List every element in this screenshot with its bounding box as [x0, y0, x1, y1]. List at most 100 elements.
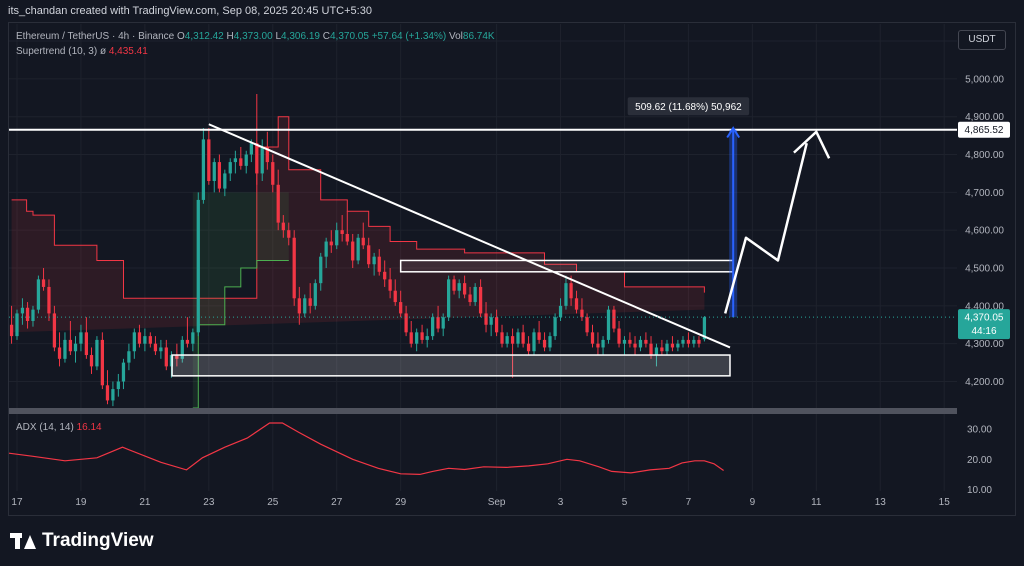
candle-body [287, 230, 291, 238]
high-value: 4,373.00 [233, 31, 273, 42]
candle-body [276, 184, 280, 223]
x-tick-label: 15 [939, 497, 951, 508]
candle-body [521, 332, 525, 344]
candle-body [510, 336, 515, 344]
candle-body [356, 237, 360, 261]
candle-body [9, 324, 14, 337]
candle-body [239, 158, 243, 166]
brand-name: TradingView [42, 530, 154, 551]
x-tick-label: 7 [686, 497, 692, 508]
level-price-label: 4,865.52 [965, 125, 1004, 136]
x-tick-label: 25 [267, 497, 279, 508]
candle-body [420, 332, 424, 340]
candle-body [457, 283, 461, 291]
candle-body [196, 199, 200, 333]
y-tick-label: 4,800.00 [965, 150, 1004, 161]
currency-button[interactable]: USDT [958, 30, 1006, 50]
close-label: C [322, 31, 330, 42]
adx-legend: ADX (14, 14) 16.14 [16, 422, 102, 433]
candle-body [201, 139, 206, 200]
x-tick-label: 29 [395, 497, 407, 508]
candle-body [25, 307, 30, 321]
pane-separator [9, 408, 957, 414]
candle-body [558, 305, 563, 318]
candle-body [308, 298, 312, 306]
candle-body [377, 256, 381, 272]
candle-body [73, 343, 78, 352]
candle-body [89, 355, 94, 367]
candle-body [564, 283, 568, 306]
candle-body [383, 271, 387, 280]
candle-body [569, 283, 573, 299]
supertrend-label[interactable]: Supertrend (10, 3) [16, 46, 97, 57]
candle-body [148, 336, 152, 344]
candle-body [612, 309, 616, 329]
candle-body [606, 309, 611, 340]
candle-body [15, 313, 19, 337]
candle-body [79, 332, 83, 344]
candle-body [585, 317, 589, 333]
tradingview-logo[interactable]: TradingView [10, 530, 154, 552]
candle-body [100, 339, 104, 386]
y-tick-label: 4,500.00 [965, 264, 1004, 275]
candle-body [532, 332, 536, 352]
candle-body [292, 237, 296, 299]
x-tick-label: 17 [11, 497, 23, 508]
candle-body [84, 332, 89, 356]
candle-body [303, 298, 307, 314]
candle-countdown: 44:16 [971, 326, 996, 337]
x-tick-label: 11 [811, 497, 822, 508]
candle-body [436, 317, 440, 329]
candle-body [233, 158, 237, 163]
candle-body [228, 162, 232, 174]
candle-body [649, 343, 653, 356]
candle-body [313, 283, 317, 306]
candle-body [297, 298, 301, 314]
price-chart[interactable]: 5,100.005,000.004,900.004,800.004,700.00… [0, 0, 1024, 566]
candle-body [143, 336, 147, 344]
candle-body [57, 347, 62, 359]
close-value: 4,370.05 [329, 31, 369, 42]
x-tick-label: 23 [203, 497, 215, 508]
candle-body [52, 313, 57, 348]
candle-body [281, 222, 285, 231]
x-tick-label: 19 [75, 497, 87, 508]
candle-body [638, 339, 643, 348]
supertrend-legend: Supertrend (10, 3) ø 4,435.41 [16, 46, 148, 57]
x-tick-label: 13 [875, 497, 887, 508]
volume-value: 86.74K [462, 31, 495, 42]
candle-body [63, 339, 67, 359]
candle-body [404, 313, 408, 333]
candle-body [548, 336, 552, 348]
candle-body [425, 336, 429, 340]
candle-body [431, 317, 435, 337]
candle-body [484, 313, 488, 325]
candle-body [372, 256, 376, 265]
candle-body [494, 317, 499, 333]
current-price-label: 4,370.05 [965, 313, 1004, 324]
supertrend-value: 4,435.41 [108, 46, 148, 57]
candle-body [393, 290, 397, 303]
candle-body [580, 309, 584, 318]
candle-body [452, 279, 456, 291]
symbol-label[interactable]: Ethereum / TetherUS · 4h · Binance [16, 31, 174, 42]
adx-label[interactable]: ADX (14, 14) [16, 422, 74, 433]
y-tick-label: 4,200.00 [965, 377, 1004, 388]
candle-body [697, 339, 701, 344]
candle-body [351, 241, 355, 261]
ohlc-legend: Ethereum / TetherUS · 4h · Binance O4,31… [16, 31, 495, 42]
candle-body [68, 339, 73, 352]
y-tick-label: 4,900.00 [965, 112, 1004, 123]
candle-body [665, 343, 669, 352]
candle-body [121, 362, 126, 382]
candle-body [340, 230, 344, 234]
y-tick-label: 4,600.00 [965, 226, 1004, 237]
candle-body [388, 279, 392, 291]
candle-body [542, 339, 547, 348]
candle-body [132, 332, 136, 352]
open-value: 4,312.42 [184, 31, 224, 42]
x-tick-label: 21 [139, 497, 151, 508]
open-label: O [177, 31, 185, 42]
candle-body [260, 146, 264, 174]
candle-body [553, 317, 557, 337]
